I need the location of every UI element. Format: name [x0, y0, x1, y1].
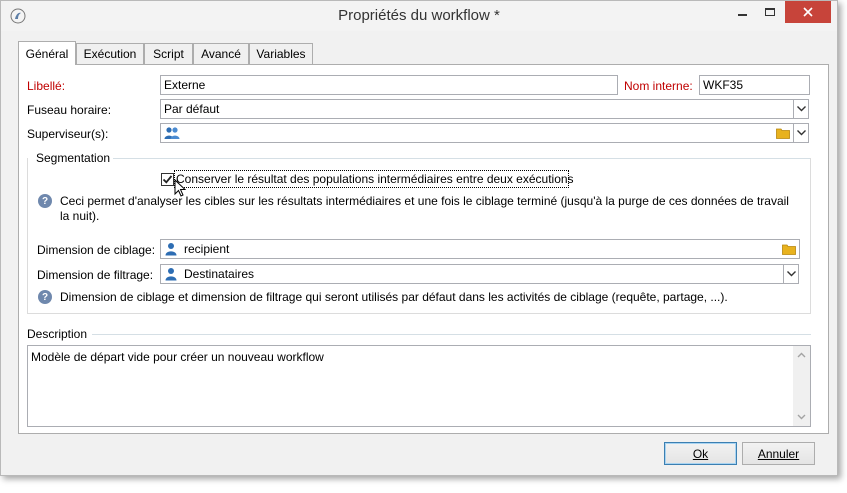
- tab-general[interactable]: Général: [18, 41, 76, 65]
- user-group-icon: [164, 126, 180, 140]
- tab-variables[interactable]: Variables: [249, 43, 313, 64]
- targeting-dimension-browse-button[interactable]: [779, 240, 799, 258]
- keep-populations-checkbox[interactable]: [161, 173, 174, 186]
- maximize-button[interactable]: [756, 1, 784, 23]
- supervisor-input[interactable]: [160, 123, 794, 143]
- timezone-select[interactable]: Par défaut: [160, 99, 794, 119]
- label-input[interactable]: Externe: [160, 75, 618, 95]
- folder-icon: [782, 244, 796, 255]
- supervisor-dropdown-button[interactable]: [793, 123, 809, 143]
- scroll-up-icon: [797, 352, 806, 358]
- general-tab-panel: Libellé: Externe Nom interne: WKF35 Fuse…: [18, 64, 829, 434]
- user-icon: [165, 267, 177, 281]
- folder-icon: [776, 128, 790, 139]
- supervisor-label: Superviseur(s):: [27, 127, 109, 141]
- title-bar[interactable]: Propriétés du workflow *: [1, 1, 837, 31]
- cancel-button-label: Annuler: [757, 446, 800, 461]
- tab-advanced[interactable]: Avancé: [193, 43, 249, 64]
- cancel-button[interactable]: Annuler: [742, 442, 815, 465]
- targeting-dimension-input[interactable]: recipient: [160, 239, 800, 259]
- workflow-properties-dialog: Propriétés du workflow * Général Exécuti…: [0, 0, 838, 476]
- timezone-label: Fuseau horaire:: [27, 103, 112, 117]
- description-text: Modèle de départ vide pour créer un nouv…: [31, 350, 324, 364]
- user-icon: [165, 242, 177, 256]
- close-button[interactable]: [785, 1, 831, 23]
- chevron-down-icon: [796, 106, 806, 112]
- targeting-dimension-label: Dimension de ciblage:: [37, 243, 156, 257]
- minimize-button[interactable]: [728, 1, 756, 23]
- dimension-info-text: Dimension de ciblage et dimension de fil…: [60, 290, 728, 304]
- description-divider: [92, 334, 811, 335]
- filtering-dimension-select[interactable]: Destinataires: [160, 264, 784, 284]
- maximize-icon: [765, 8, 775, 16]
- ok-button-label: Ok: [692, 446, 709, 461]
- description-scrollbar[interactable]: [793, 346, 810, 426]
- tab-script[interactable]: Script: [144, 43, 193, 64]
- internal-name-input[interactable]: WKF35: [699, 75, 810, 95]
- checkmark-icon: [162, 175, 173, 184]
- supervisor-browse-button[interactable]: [773, 124, 793, 142]
- chevron-down-icon: [796, 130, 806, 136]
- internal-name-label: Nom interne:: [624, 79, 693, 93]
- filtering-dimension-label: Dimension de filtrage:: [37, 268, 154, 282]
- minimize-icon: [737, 14, 747, 16]
- timezone-dropdown-button[interactable]: [793, 99, 809, 119]
- info-icon: ?: [38, 194, 52, 208]
- close-icon: [803, 7, 813, 17]
- ok-button[interactable]: Ok: [664, 442, 737, 465]
- tab-execution[interactable]: Exécution: [76, 43, 144, 64]
- segmentation-info-text: Ceci permet d'analyser les cibles sur le…: [60, 194, 789, 223]
- info-icon: ?: [38, 290, 52, 304]
- description-group-title: Description: [27, 327, 88, 341]
- chevron-down-icon: [786, 271, 796, 277]
- window-title: Propriétés du workflow *: [338, 7, 500, 24]
- filtering-dimension-dropdown-button[interactable]: [783, 264, 799, 284]
- keep-populations-label[interactable]: Conserver le résultat des populations in…: [176, 172, 574, 186]
- label-field-label: Libellé:: [27, 79, 66, 93]
- scroll-down-icon: [797, 414, 806, 420]
- description-textarea[interactable]: Modèle de départ vide pour créer un nouv…: [27, 345, 811, 427]
